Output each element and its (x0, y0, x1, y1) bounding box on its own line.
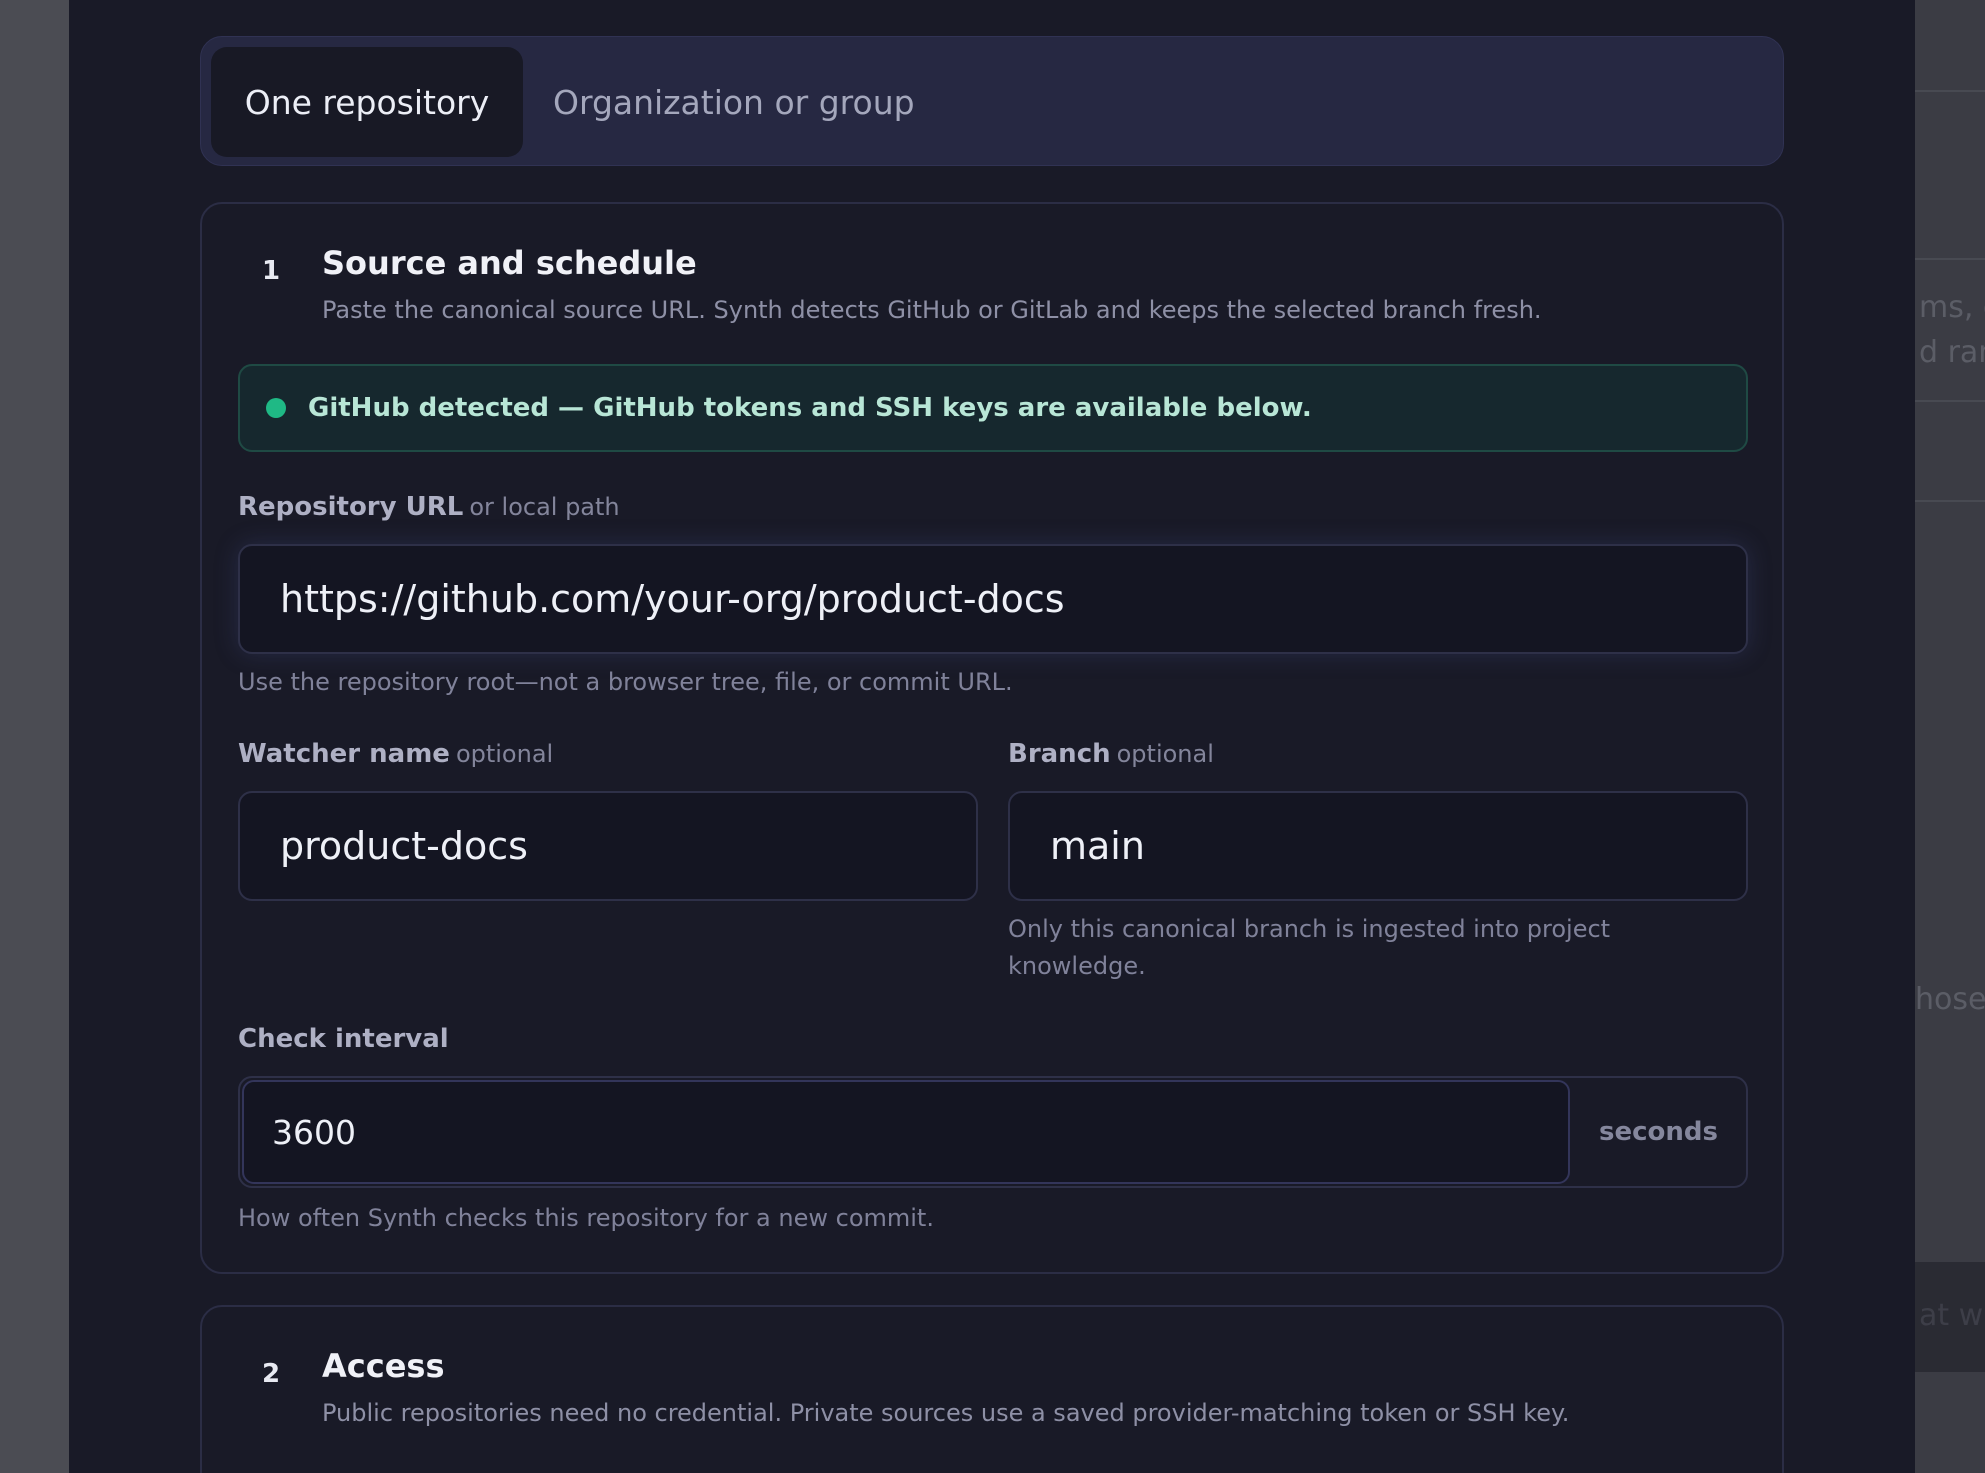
branch-help-line1: Only this canonical branch is ingested i… (1008, 915, 1611, 943)
section-source-and-schedule: 1 Source and schedule Paste the canonica… (200, 202, 1784, 1274)
section-title: Access (322, 1347, 445, 1385)
step-number: 1 (262, 256, 281, 286)
branch-help-line2: knowledge. (1008, 952, 1146, 980)
branch-input[interactable]: main (1008, 791, 1748, 901)
section-title: Source and schedule (322, 244, 697, 282)
section-description: Public repositories need no credential. … (322, 1399, 1570, 1427)
bg-divider (1915, 90, 1985, 92)
bg-text: ms, d (1919, 290, 1985, 325)
check-interval-input[interactable]: 3600 (242, 1080, 1570, 1184)
label-suffix: or local path (469, 493, 620, 521)
bg-button: at w (1915, 1262, 1985, 1372)
add-watcher-modal: One repository Organization or group 1 S… (69, 0, 1915, 1473)
branch-label: Branch optional (1008, 739, 1214, 769)
status-dot-icon (266, 398, 286, 418)
bg-text: at w (1919, 1298, 1984, 1333)
label-suffix: optional (455, 740, 554, 768)
repo-url-input[interactable]: https://github.com/your-org/product-docs (238, 544, 1748, 654)
bg-divider (1915, 258, 1985, 260)
tab-organization-or-group[interactable]: Organization or group (541, 47, 931, 157)
label-text: Branch (1008, 739, 1111, 769)
label-text: Repository URL (238, 492, 464, 522)
label-suffix: optional (1116, 740, 1214, 768)
check-interval-help: How often Synth checks this repository f… (238, 1204, 934, 1232)
bg-divider (1915, 400, 1985, 402)
watcher-name-input[interactable]: product-docs (238, 791, 978, 901)
check-interval-group: 3600 seconds (238, 1076, 1748, 1188)
source-type-tabs: One repository Organization or group (200, 36, 1784, 166)
label-text: Watcher name (238, 739, 450, 769)
tab-one-repository[interactable]: One repository (211, 47, 523, 157)
provider-detected-banner: GitHub detected — GitHub tokens and SSH … (238, 364, 1748, 452)
watcher-name-label: Watcher name optional (238, 739, 553, 769)
bg-divider (1915, 500, 1985, 502)
step-number: 2 (262, 1359, 281, 1389)
check-interval-label: Check interval (238, 1024, 449, 1054)
detection-text: GitHub detected — GitHub tokens and SSH … (308, 393, 1312, 423)
background-page: ms, d d ran hose at w (1915, 0, 1985, 1473)
repo-url-help: Use the repository root—not a browser tr… (238, 668, 1013, 696)
repo-url-label: Repository URL or local path (238, 492, 620, 522)
interval-unit: seconds (1599, 1117, 1718, 1147)
section-access: 2 Access Public repositories need no cre… (200, 1305, 1784, 1473)
section-description: Paste the canonical source URL. Synth de… (322, 296, 1542, 324)
bg-text: hose (1915, 982, 1985, 1017)
bg-text: d ran (1919, 335, 1985, 370)
